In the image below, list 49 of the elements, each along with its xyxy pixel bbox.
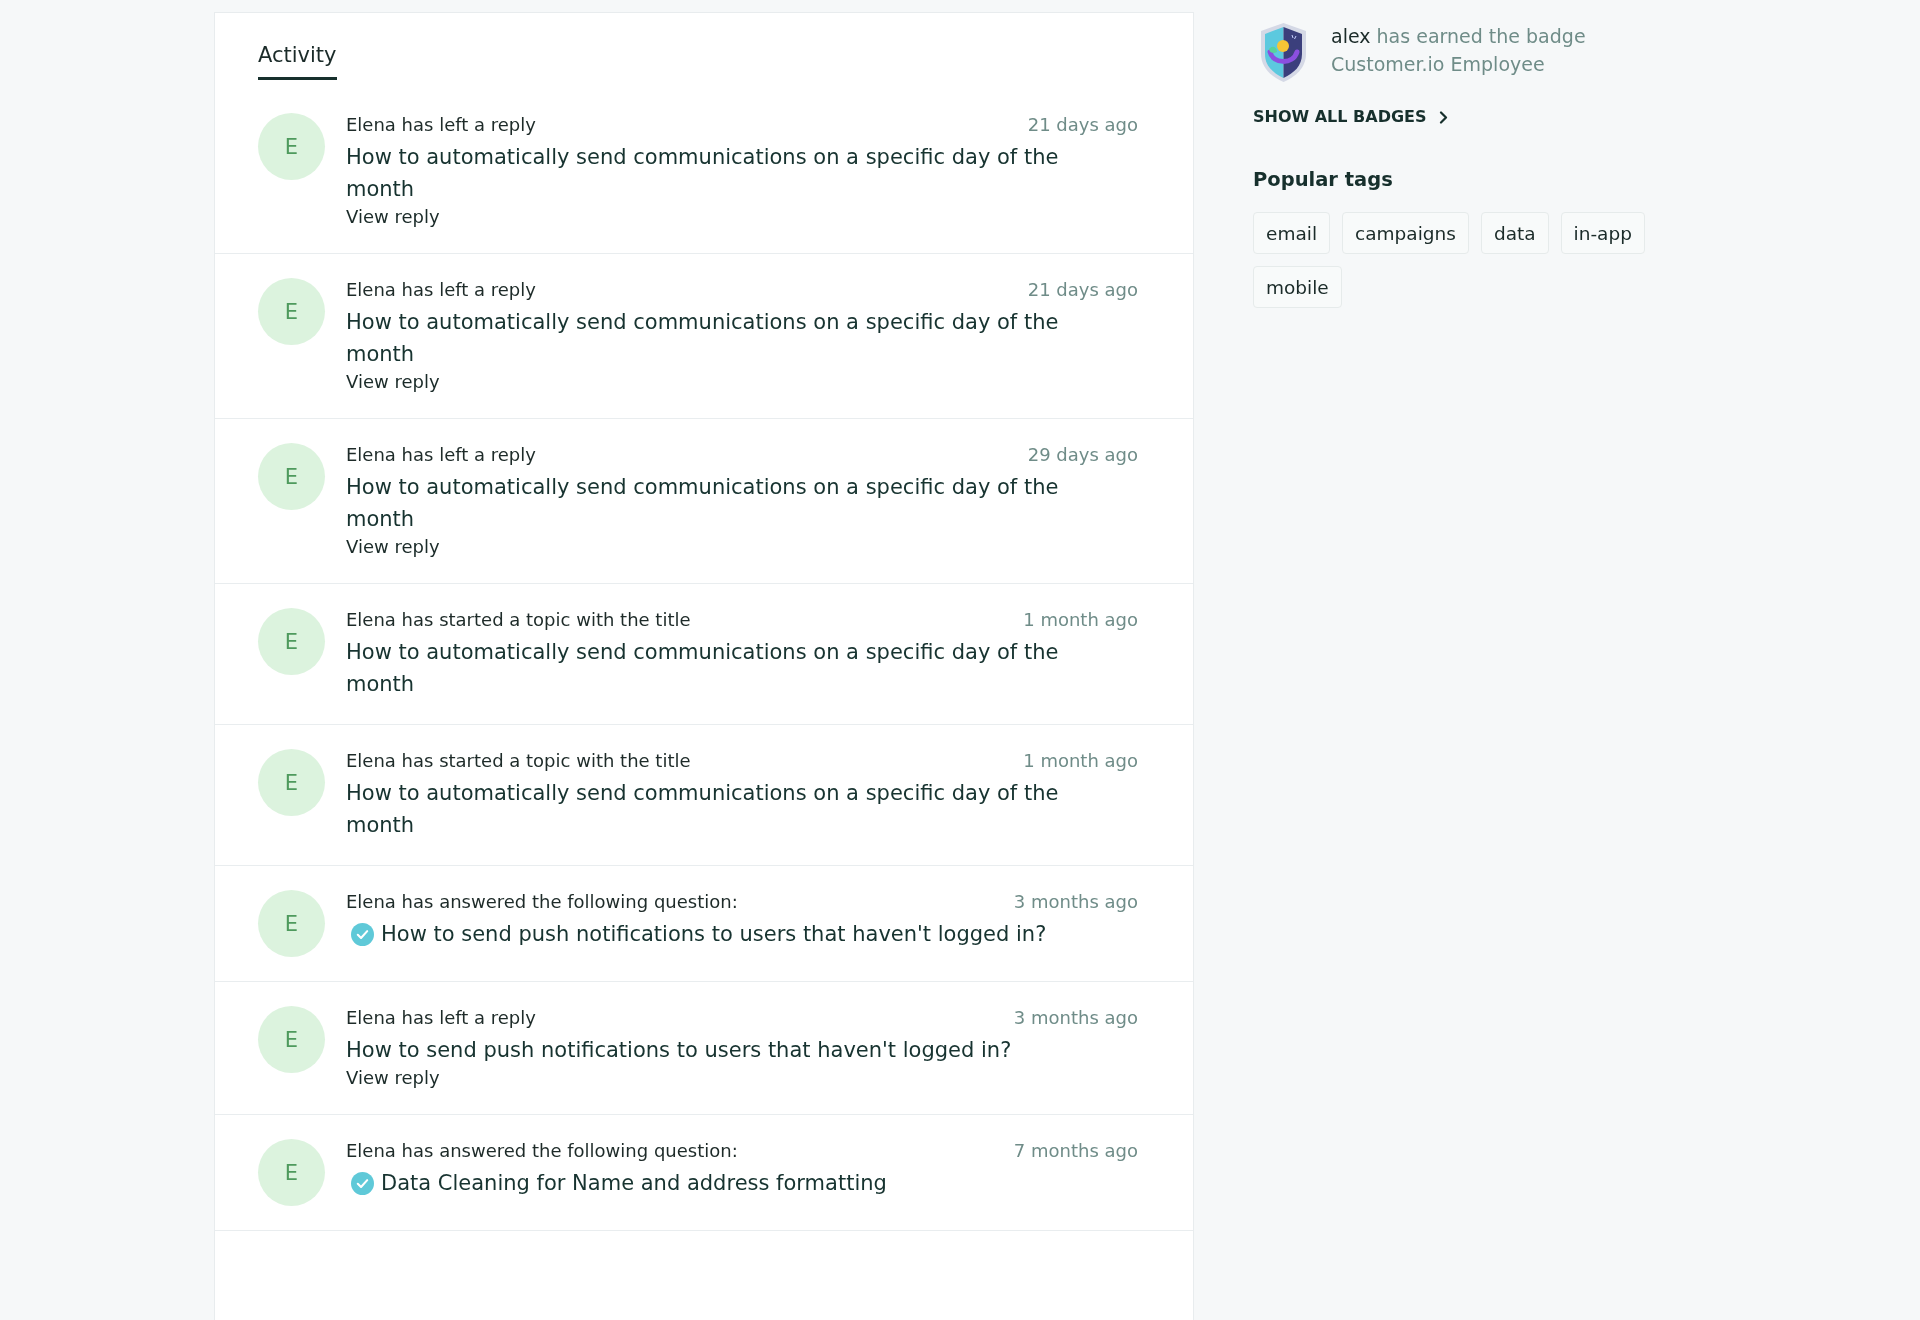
activity-summary: Elena has left a reply [346,1006,536,1030]
activity-time: 29 days ago [1027,443,1138,467]
user-avatar: E [258,749,325,816]
badge-earned-text: alex has earned the badge [1331,24,1586,49]
topic-title-link[interactable]: How to send push notifications to users that haven't logged in? [381,918,1047,950]
user-avatar: E [258,278,325,345]
tag-chip[interactable]: email [1253,212,1331,254]
tag-chip[interactable]: in-app [1560,212,1645,254]
activity-time: 3 months ago [1013,1006,1138,1030]
activity-time: 3 months ago [1013,890,1138,914]
popular-tags-heading: Popular tags [1253,167,1393,193]
activity-time: 21 days ago [1027,278,1138,302]
activity-time: 1 month ago [1023,749,1138,773]
activity-summary: Elena has answered the following question: [346,890,738,914]
activity-time: 1 month ago [1023,608,1138,632]
activity-summary: Elena has started a topic with the title [346,749,691,773]
check-circle-icon [351,1172,374,1195]
user-avatar: E [258,1139,325,1206]
user-avatar: E [258,1006,325,1073]
view-reply-link[interactable]: View reply [346,535,440,559]
activity-tab[interactable]: Activity [258,42,337,80]
tag-chip[interactable]: data [1480,212,1549,254]
tag-chip[interactable]: mobile [1253,266,1342,308]
show-all-badges-link[interactable]: SHOW ALL BADGES [1253,105,1448,129]
view-reply-link[interactable]: View reply [346,1066,440,1090]
topic-title-link[interactable]: How to automatically send communications on a specific day of the month [346,141,1111,205]
activity-summary: Elena has left a reply [346,443,536,467]
activity-time: 21 days ago [1027,113,1138,137]
activity-summary: Elena has started a topic with the title [346,608,691,632]
view-reply-link[interactable]: View reply [346,205,440,229]
tag-chip[interactable]: campaigns [1342,212,1469,254]
topic-title-link[interactable]: How to automatically send communications on a specific day of the month [346,471,1111,535]
activity-summary: Elena has answered the following question: [346,1139,738,1163]
user-avatar: E [258,608,325,675]
user-avatar: E [258,890,325,957]
topic-title-link[interactable]: How to automatically send communications on a specific day of the month [346,777,1111,841]
check-circle-icon [351,923,374,946]
topic-title-link[interactable]: How to automatically send communications on a specific day of the month [346,636,1111,700]
topic-title-link[interactable]: How to send push notifications to users that haven't logged in? [346,1034,1012,1066]
user-avatar: E [258,443,325,510]
chevron-right-icon [1438,110,1448,124]
topic-title-link[interactable]: How to automatically send communications on a specific day of the month [346,306,1111,370]
shield-badge-icon [1259,22,1308,83]
user-avatar: E [258,113,325,180]
activity-time: 7 months ago [1013,1139,1138,1163]
activity-summary: Elena has left a reply [346,278,536,302]
view-reply-link[interactable]: View reply [346,370,440,394]
activity-summary: Elena has left a reply [346,113,536,137]
topic-title-link[interactable]: Data Cleaning for Name and address formatting [381,1167,887,1199]
